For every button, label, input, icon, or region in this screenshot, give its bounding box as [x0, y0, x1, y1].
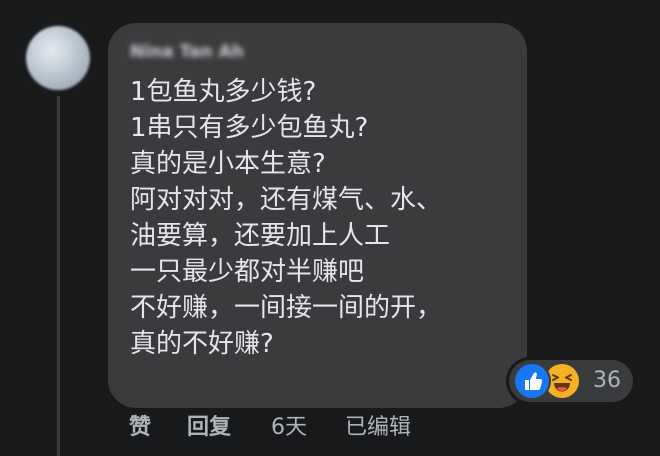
- comment-line: 1包鱼丸多少钱?: [130, 77, 317, 107]
- comment-text: 1包鱼丸多少钱? 1串只有多少包鱼丸? 真的是小本生意? 阿对对对，还有煤气、水…: [130, 74, 442, 362]
- reply-button[interactable]: 回复: [187, 410, 231, 446]
- edited-label[interactable]: 已编辑: [345, 410, 411, 446]
- thread-line: [57, 96, 60, 456]
- like-icon: [515, 364, 549, 398]
- author-name[interactable]: Nina Tan Ah: [130, 40, 244, 64]
- haha-icon: [545, 364, 579, 398]
- timestamp[interactable]: 6天: [271, 410, 307, 446]
- reaction-summary[interactable]: 36: [509, 360, 633, 402]
- comment-bubble: Nina Tan Ah 1包鱼丸多少钱? 1串只有多少包鱼丸? 真的是小本生意?…: [108, 23, 527, 408]
- reaction-count: 36: [593, 368, 621, 393]
- like-button[interactable]: 赞: [129, 410, 151, 446]
- comment-line: 1串只有多少包鱼丸?: [130, 113, 369, 143]
- avatar[interactable]: [26, 26, 90, 90]
- comment-line: 真的不好赚?: [130, 329, 274, 359]
- comment-line: 真的是小本生意?: [130, 149, 326, 179]
- comment-line: 一只最少都对半赚吧: [130, 257, 365, 287]
- comment-line: 不好赚，一间接一间的开，: [130, 293, 443, 323]
- comment-line: 油要算，还要加上人工: [130, 221, 391, 251]
- comment-line: 阿对对对，还有煤气、水、: [130, 185, 443, 215]
